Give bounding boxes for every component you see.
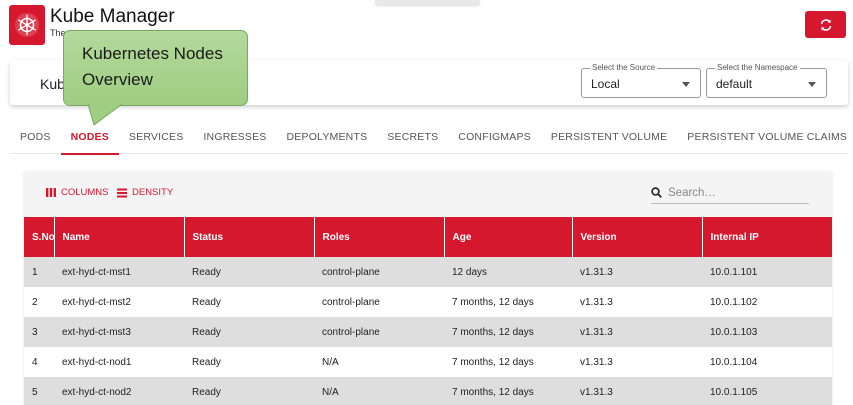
grid-toolbar: COLUMNS DENSITY [24,171,832,214]
app-title: Kube Manager [50,6,175,27]
cell-version: v1.31.3 [580,386,613,398]
search-input[interactable] [668,186,798,199]
cell-internal-ip: 10.0.1.105 [710,386,758,398]
refresh-button[interactable] [805,11,846,38]
cell-roles: control-plane [322,266,380,278]
namespace-select[interactable]: Select the Namespace default [706,63,827,98]
cell-sno: 4 [32,356,38,368]
columns-button[interactable]: COLUMNS [46,187,109,198]
cell-status: Ready [192,266,221,278]
cell-sno: 2 [32,296,38,308]
search-icon [651,187,662,198]
cell-sno: 1 [32,266,38,278]
source-select-value: Local [591,77,620,91]
namespace-select-value: default [716,77,753,91]
cell-name: ext-hyd-ct-nod1 [62,356,132,368]
cell-sno: 3 [32,326,38,338]
column-header-internal-ip[interactable]: Internal IP [701,217,832,257]
source-select-label: Select the Source [590,63,658,72]
resource-tabs: PODS NODES SERVICES INGRESSES DEPOLYMENT… [10,120,848,155]
density-button[interactable]: DENSITY [117,187,173,198]
cell-age: 7 months, 12 days [452,386,534,398]
tab-persistent-volume-claims[interactable]: PERSISTENT VOLUME CLAIMS [677,120,853,154]
density-icon [117,188,127,197]
tab-ingresses[interactable]: INGRESSES [193,120,276,154]
cell-status: Ready [192,326,221,338]
columns-icon [46,188,56,197]
tab-services[interactable]: SERVICES [119,120,194,154]
kubernetes-wheel-icon [9,5,45,45]
cell-name: ext-hyd-ct-mst2 [62,296,131,308]
cell-version: v1.31.3 [580,326,613,338]
callout-line-1: Kubernetes Nodes [82,44,223,63]
cell-version: v1.31.3 [580,296,613,308]
column-header-roles[interactable]: Roles [313,217,444,257]
cell-age: 12 days [452,266,488,278]
cell-internal-ip: 10.0.1.102 [710,296,758,308]
cluster-label: Kub [40,76,65,92]
column-header-sno[interactable]: S.No [24,217,55,257]
cell-internal-ip: 10.0.1.104 [710,356,758,368]
callout-pointer [88,104,123,126]
tab-deployments[interactable]: DEPOLYMENTS [277,120,378,154]
tab-secrets[interactable]: SECRETS [377,120,448,154]
cell-age: 7 months, 12 days [452,356,534,368]
table-row[interactable]: 3 ext-hyd-ct-mst3 Ready control-plane 7 … [24,317,832,347]
cell-status: Ready [192,386,221,398]
tab-persistent-volume[interactable]: PERSISTENT VOLUME [541,120,677,154]
cell-status: Ready [192,356,221,368]
callout-line-2: Overview [82,70,153,89]
cell-roles: control-plane [322,326,380,338]
search-field [651,182,809,204]
cell-roles: N/A [322,356,339,368]
table-row[interactable]: 4 ext-hyd-ct-nod1 Ready N/A 7 months, 12… [24,347,832,377]
cell-status: Ready [192,296,221,308]
source-select[interactable]: Select the Source Local [581,63,701,98]
column-header-name[interactable]: Name [53,217,184,257]
column-header-version[interactable]: Version [571,217,702,257]
annotation-callout: Kubernetes Nodes Overview [63,30,248,106]
table-header-row: S.No Name Status Roles Age Version Inter… [24,217,832,257]
cell-internal-ip: 10.0.1.103 [710,326,758,338]
cell-name: ext-hyd-ct-nod2 [62,386,132,398]
cell-name: ext-hyd-ct-mst1 [62,266,131,278]
column-header-status[interactable]: Status [183,217,314,257]
cell-roles: control-plane [322,296,380,308]
density-label: DENSITY [132,187,174,198]
nodes-table: S.No Name Status Roles Age Version Inter… [24,217,832,405]
cell-sno: 5 [32,386,38,398]
nodes-grid: COLUMNS DENSITY S.No Name Status Roles [24,171,832,405]
cell-roles: N/A [322,386,339,398]
cell-age: 7 months, 12 days [452,296,534,308]
cell-name: ext-hyd-ct-mst3 [62,326,131,338]
refresh-icon [820,18,831,31]
cell-version: v1.31.3 [580,266,613,278]
caret-down-icon [682,82,690,87]
cell-version: v1.31.3 [580,356,613,368]
caret-down-icon [808,82,816,87]
namespace-select-label: Select the Namespace [715,63,800,72]
table-row[interactable]: 5 ext-hyd-ct-nod2 Ready N/A 7 months, 12… [24,377,832,405]
table-row[interactable]: 1 ext-hyd-ct-mst1 Ready control-plane 12… [24,257,832,287]
top-scroll-pill [375,0,480,5]
columns-label: COLUMNS [61,187,109,198]
cell-internal-ip: 10.0.1.101 [710,266,758,278]
tab-configmaps[interactable]: CONFIGMAPS [448,120,541,154]
cell-age: 7 months, 12 days [452,326,534,338]
tab-pods[interactable]: PODS [10,120,61,154]
column-header-age[interactable]: Age [443,217,572,257]
table-row[interactable]: 2 ext-hyd-ct-mst2 Ready control-plane 7 … [24,287,832,317]
